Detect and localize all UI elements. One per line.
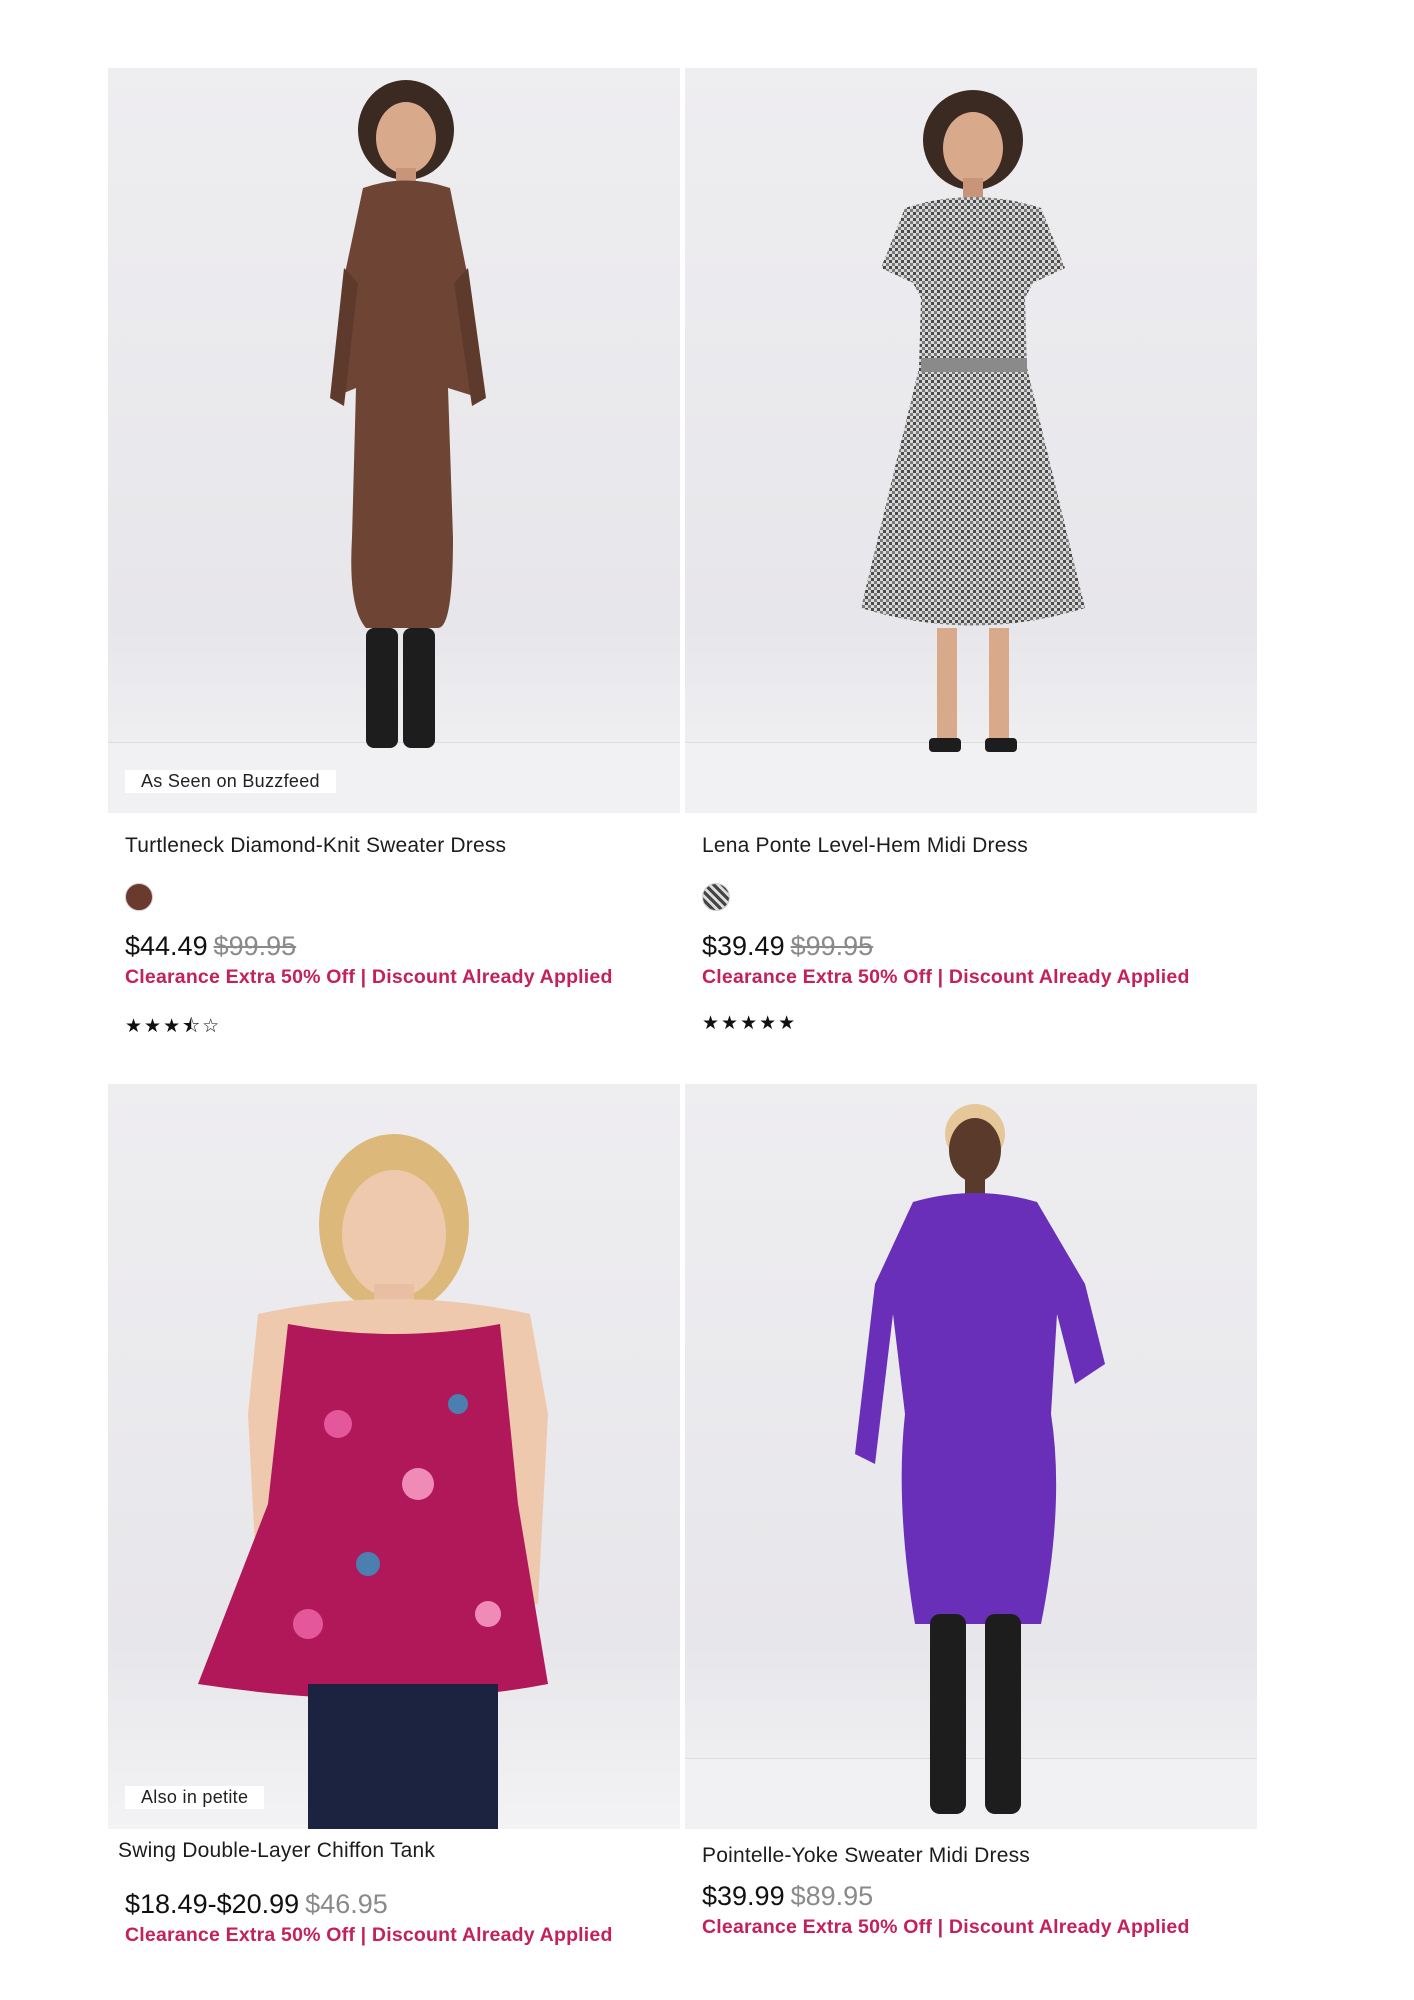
rating-stars: ★★★⯪☆ [125, 1015, 222, 1037]
promo-text: Clearance Extra 50% Off | Discount Alrea… [125, 966, 613, 988]
price-row: $39.99 $89.95 [702, 1881, 873, 1912]
product-card[interactable]: Pointelle-Yoke Sweater Midi Dress $39.99… [685, 1084, 1257, 1994]
product-name[interactable]: Lena Ponte Level-Hem Midi Dress [702, 834, 1028, 858]
promo-text: Clearance Extra 50% Off | Discount Alrea… [702, 966, 1190, 988]
original-price: $89.95 [790, 1881, 874, 1911]
color-swatch[interactable] [125, 883, 153, 911]
sale-price: $18.49-$20.99 [125, 1889, 300, 1919]
promo-text: Clearance Extra 50% Off | Discount Alrea… [702, 1916, 1190, 1938]
price-row: $18.49-$20.99 $46.95 [125, 1889, 388, 1920]
promo-text: Clearance Extra 50% Off | Discount Alrea… [125, 1924, 613, 1946]
model-illustration [861, 90, 1085, 752]
price-row: $39.49 $99.95 [702, 931, 873, 962]
product-badge: As Seen on Buzzfeed [125, 770, 336, 793]
price-row: $44.49 $99.95 [125, 931, 296, 962]
product-name[interactable]: Pointelle-Yoke Sweater Midi Dress [702, 1844, 1030, 1868]
product-card[interactable]: Also in petite Swing Double-Layer Chiffo… [108, 1084, 680, 1994]
sale-price: $39.49 [702, 931, 785, 961]
sale-price: $44.49 [125, 931, 208, 961]
model-illustration [198, 1134, 548, 1829]
product-card[interactable]: Lena Ponte Level-Hem Midi Dress $39.49 $9… [685, 68, 1257, 1048]
product-image[interactable]: Also in petite [108, 1084, 680, 1829]
original-price: $99.95 [213, 931, 297, 961]
product-image[interactable] [685, 1084, 1257, 1829]
model-illustration [855, 1104, 1105, 1814]
product-image[interactable] [685, 68, 1257, 813]
product-badge: Also in petite [125, 1786, 265, 1809]
rating-stars: ★★★★★ [702, 1012, 798, 1034]
sale-price: $39.99 [702, 1881, 785, 1911]
original-price: $99.95 [790, 931, 874, 961]
color-swatch[interactable] [702, 883, 730, 911]
product-image[interactable]: As Seen on Buzzfeed [108, 68, 680, 813]
original-price: $46.95 [305, 1889, 388, 1919]
product-name[interactable]: Turtleneck Diamond-Knit Sweater Dress [125, 834, 506, 858]
product-card[interactable]: As Seen on Buzzfeed Turtleneck Diamond-K… [108, 68, 680, 1048]
product-name[interactable]: Swing Double-Layer Chiffon Tank [118, 1839, 435, 1863]
model-illustration [330, 80, 486, 748]
